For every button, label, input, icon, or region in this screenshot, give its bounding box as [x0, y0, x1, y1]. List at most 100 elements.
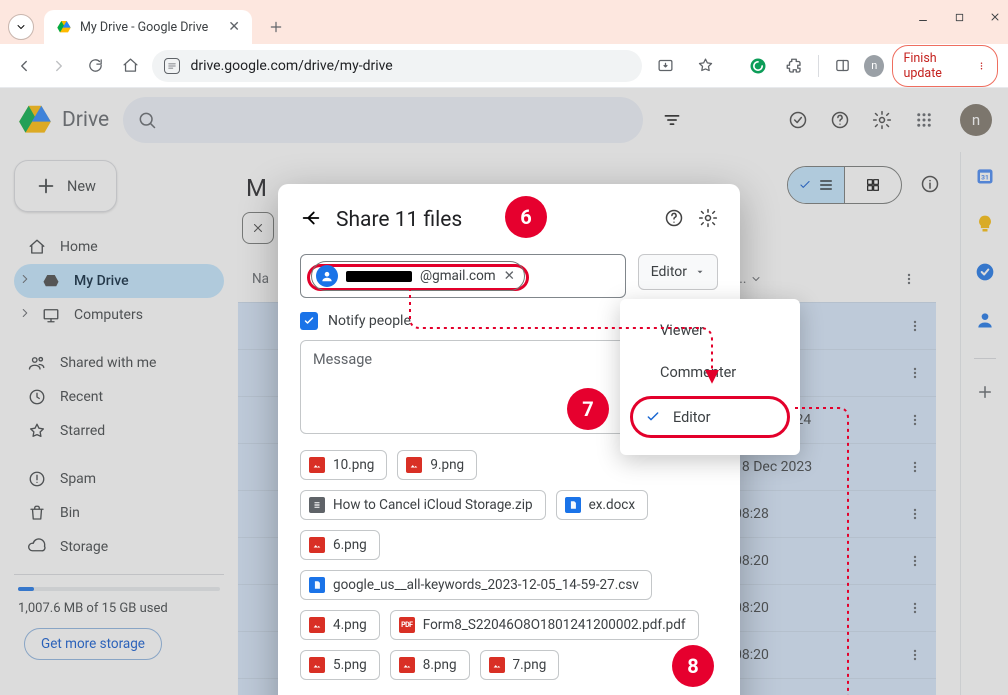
search-filters-icon[interactable] [657, 97, 687, 143]
window-maximize-icon[interactable] [952, 10, 966, 24]
nav-back-icon[interactable] [10, 51, 38, 81]
chevron-right-icon[interactable] [18, 306, 32, 324]
svg-text:31: 31 [981, 173, 989, 181]
sidebar-item-home[interactable]: Home [14, 230, 224, 264]
url-text: drive.google.com/drive/my-drive [190, 58, 392, 74]
close-tab-icon[interactable]: ✕ [228, 19, 240, 35]
column-modified[interactable]: o... [728, 271, 888, 287]
window-close-icon[interactable] [988, 10, 1002, 24]
install-app-icon[interactable] [650, 51, 680, 81]
row-more-icon[interactable] [894, 412, 936, 428]
sidebar-item-shared[interactable]: Shared with me [14, 346, 224, 380]
clear-filters-button[interactable] [242, 212, 274, 244]
new-button[interactable]: New [14, 160, 117, 212]
row-more-icon[interactable] [894, 600, 936, 616]
reload-icon[interactable] [81, 51, 109, 81]
extensions-icon[interactable] [780, 51, 808, 81]
file-list: 10.png 9.png How to Cancel iCloud Storage.… [300, 450, 718, 680]
redacted-text [346, 271, 412, 282]
file-chip[interactable]: 5.png [300, 650, 380, 680]
file-chip[interactable]: 6.png [300, 530, 380, 560]
ready-offline-icon[interactable] [786, 108, 810, 132]
contacts-addon-icon[interactable] [975, 310, 995, 334]
google-apps-icon[interactable] [912, 108, 936, 132]
calendar-addon-icon[interactable]: 31 [975, 166, 995, 190]
checkmark-icon [300, 312, 318, 330]
role-option-editor[interactable]: Editor [630, 396, 790, 438]
remove-chip-icon[interactable]: ✕ [504, 268, 515, 284]
sidebar-item-my-drive[interactable]: My Drive [14, 264, 224, 298]
tutorial-badge-8: 8 [672, 645, 714, 687]
sidebar-item-starred[interactable]: Starred [14, 414, 224, 448]
nav-forward-icon [46, 51, 74, 81]
browser-home-icon[interactable] [117, 51, 145, 81]
row-more-icon[interactable] [894, 365, 936, 381]
recipient-chip[interactable]: @gmail.com ✕ [311, 261, 525, 291]
list-view-button[interactable] [788, 167, 844, 203]
file-chip[interactable]: ex.docx [556, 490, 649, 520]
row-more-icon[interactable] [894, 506, 936, 522]
tasks-addon-icon[interactable] [975, 262, 995, 286]
sidebar: New Home My Drive Computers [0, 152, 238, 695]
row-more-icon[interactable] [894, 553, 936, 569]
storage-progress [18, 587, 220, 591]
browser-profile-avatar[interactable]: n [864, 55, 884, 77]
file-chip[interactable]: How to Cancel iCloud Storage.zip [300, 490, 546, 520]
get-more-storage-button[interactable]: Get more storage [24, 628, 162, 660]
address-bar[interactable]: drive.google.com/drive/my-drive [152, 50, 642, 82]
view-toggle[interactable] [787, 166, 902, 204]
dialog-back-icon[interactable] [300, 207, 322, 233]
keep-addon-icon[interactable] [975, 214, 995, 238]
browser-tab[interactable]: My Drive - Google Drive ✕ [44, 10, 252, 44]
chevron-right-icon[interactable] [18, 272, 32, 290]
checkmark-icon [633, 409, 673, 425]
file-chip[interactable]: 7.png [480, 650, 560, 680]
people-input[interactable]: @gmail.com ✕ [300, 254, 626, 298]
search-input[interactable] [123, 97, 643, 143]
file-chip[interactable]: 4.png [300, 610, 380, 640]
tutorial-badge-6: 6 [505, 196, 547, 238]
tutorial-badge-7: 7 [567, 388, 609, 430]
tab-title: My Drive - Google Drive [80, 20, 220, 35]
file-chip[interactable]: 8.png [390, 650, 470, 680]
sidebar-item-storage[interactable]: Storage [14, 530, 224, 564]
row-actions-header[interactable] [888, 271, 930, 287]
file-chip[interactable]: google_us__all-keywords_2023-12-05_14-59… [300, 570, 652, 600]
extension-grammarly-icon[interactable] [744, 51, 772, 81]
file-chip[interactable]: PDFForm8_S22046O8O1801241200002.pdf.pdf [390, 610, 699, 640]
settings-gear-icon[interactable] [870, 108, 894, 132]
sidebar-item-computers[interactable]: Computers [14, 298, 224, 332]
account-avatar[interactable]: n [960, 104, 992, 136]
sidebar-item-recent[interactable]: Recent [14, 380, 224, 414]
tab-search-button[interactable] [8, 14, 34, 40]
drive-favicon [56, 19, 72, 35]
drive-logo[interactable]: Drive [16, 101, 109, 139]
browser-toolbar: drive.google.com/drive/my-drive n Finish… [0, 44, 1008, 88]
row-more-icon[interactable] [894, 459, 936, 475]
role-option-commenter[interactable]: Commenter [620, 351, 800, 393]
dialog-title: Share 11 files [336, 208, 462, 232]
support-icon[interactable] [828, 108, 852, 132]
file-chip[interactable]: 9.png [397, 450, 477, 480]
get-addons-icon[interactable] [976, 383, 994, 405]
grid-view-button[interactable] [845, 167, 901, 203]
window-minimize-icon[interactable] [916, 10, 930, 24]
sidepanel-icon[interactable] [829, 51, 857, 81]
finish-update-button[interactable]: Finish update [892, 45, 998, 87]
row-more-icon[interactable] [894, 318, 936, 334]
new-tab-button[interactable] [262, 13, 290, 41]
dialog-settings-icon[interactable] [698, 208, 718, 232]
site-settings-icon[interactable] [164, 58, 180, 74]
role-option-viewer[interactable]: Viewer [620, 309, 800, 351]
sidebar-item-spam[interactable]: Spam [14, 462, 224, 496]
file-chip[interactable]: 10.png [300, 450, 387, 480]
drive-header: Drive n [0, 88, 1008, 152]
row-more-icon[interactable] [894, 647, 936, 663]
role-dropdown-button[interactable]: Editor [638, 254, 718, 290]
toolbar-divider [818, 55, 819, 77]
bookmark-star-icon[interactable] [690, 51, 720, 81]
view-details-icon[interactable] [920, 174, 940, 198]
storage-text: 1,007.6 MB of 15 GB used [18, 601, 220, 616]
sidebar-item-bin[interactable]: Bin [14, 496, 224, 530]
dialog-help-icon[interactable] [664, 208, 684, 232]
